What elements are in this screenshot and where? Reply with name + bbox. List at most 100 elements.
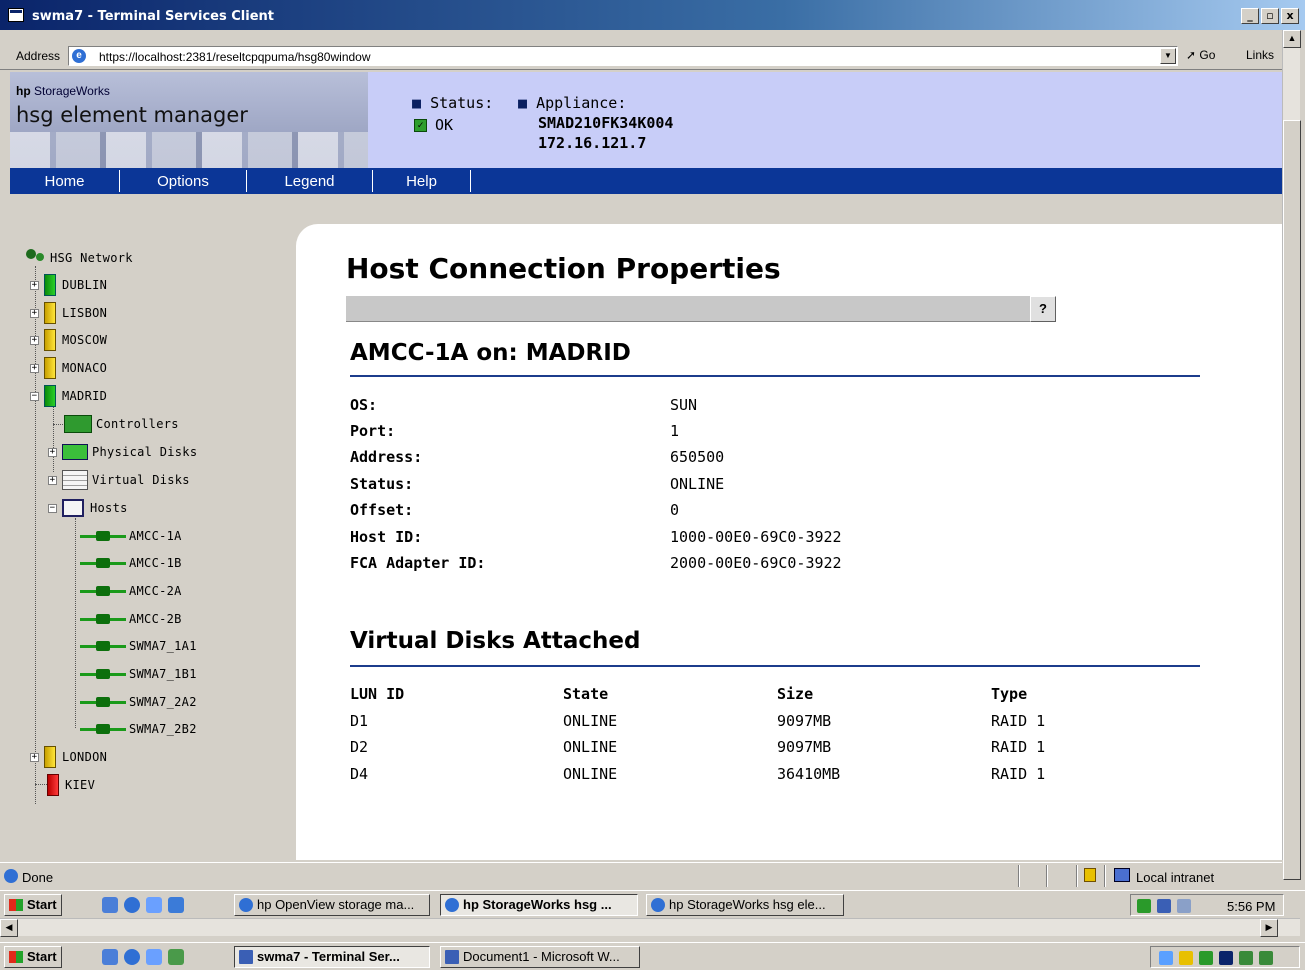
remote-start-button[interactable]: Start <box>4 894 62 916</box>
tree-node-madrid[interactable]: − MADRID <box>30 385 107 407</box>
network-tray-icon[interactable] <box>1159 951 1173 965</box>
tree-node-lisbon[interactable]: + LISBON <box>30 302 107 324</box>
tree-node-dublin[interactable]: + DUBLIN <box>30 274 107 296</box>
expand-icon[interactable]: + <box>30 335 39 345</box>
tree-root[interactable]: HSG Network <box>24 248 133 268</box>
expand-icon[interactable]: + <box>48 447 57 457</box>
table-cell: 9097MB <box>777 738 832 756</box>
tree-node-moscow[interactable]: + MOSCOW <box>30 329 107 351</box>
host-connection-icon <box>80 586 126 596</box>
tree-node-label: Virtual Disks <box>92 473 190 487</box>
network-quicklaunch-icon[interactable] <box>146 897 162 913</box>
taskbar-button-active[interactable]: swma7 - Terminal Ser... <box>234 946 430 968</box>
address-label: Address <box>16 49 61 63</box>
connection-tray-icon[interactable] <box>1157 899 1171 913</box>
main-nav: Home Options Legend Help <box>10 168 1282 194</box>
nav-home[interactable]: Home <box>10 170 120 192</box>
network-icon <box>24 247 48 269</box>
go-button[interactable]: ➚ Go <box>1186 48 1215 62</box>
array-ok-icon <box>44 274 56 296</box>
table-cell: ONLINE <box>563 712 618 730</box>
header-graphic <box>10 132 368 168</box>
scroll-left-arrow-icon[interactable]: ◀ <box>0 919 18 937</box>
local-start-button[interactable]: Start <box>4 946 62 968</box>
connection-tray-icon[interactable] <box>1259 951 1273 965</box>
array-warning-icon <box>44 746 56 768</box>
tree-node-london[interactable]: + LONDON <box>30 746 107 768</box>
show-desktop-icon[interactable] <box>102 949 118 965</box>
table-cell[interactable]: D2 <box>350 738 368 756</box>
network-quicklaunch-icon[interactable] <box>146 949 162 965</box>
scroll-right-arrow-icon[interactable]: ▶ <box>1260 919 1278 937</box>
minimize-button[interactable]: _ <box>1241 8 1259 24</box>
ie-page-icon: e <box>72 49 86 63</box>
volume-tray-icon[interactable] <box>1177 899 1191 913</box>
vertical-scrollbar[interactable]: ▲ <box>1282 30 1301 880</box>
table-cell[interactable]: D1 <box>350 712 368 730</box>
maximize-button[interactable]: ▫ <box>1261 8 1279 24</box>
ie-icon[interactable] <box>124 897 140 913</box>
tree-host-item[interactable]: SWMA7_1A1 <box>80 636 197 656</box>
taskbar-button[interactable]: hp StorageWorks hsg ele... <box>646 894 844 916</box>
array-warning-icon <box>44 329 56 351</box>
taskbar-button[interactable]: Document1 - Microsoft W... <box>440 946 640 968</box>
tree-host-item[interactable]: AMCC-1B <box>80 553 182 573</box>
browser-status-bar: Done Local intranet <box>0 862 1282 888</box>
warning-tray-icon[interactable] <box>1179 951 1193 965</box>
scroll-thumb[interactable] <box>1283 120 1301 880</box>
tree-node-physical-disks[interactable]: + Physical Disks <box>48 442 197 462</box>
show-desktop-icon[interactable] <box>102 897 118 913</box>
horizontal-scrollbar[interactable]: ◀ ▶ <box>0 918 1300 937</box>
host-connection-icon <box>80 614 126 624</box>
app-tray-icon[interactable] <box>1199 951 1213 965</box>
expand-icon[interactable]: + <box>30 363 39 373</box>
tree-host-item[interactable]: SWMA7_1B1 <box>80 664 197 684</box>
virtual-disk-icon <box>62 470 88 490</box>
tree-node-kiev[interactable]: KIEV <box>47 774 95 796</box>
brand: hp StorageWorks <box>16 84 110 98</box>
language-tray-icon[interactable] <box>1219 951 1233 965</box>
app-quicklaunch-icon[interactable] <box>168 949 184 965</box>
expand-icon[interactable]: + <box>30 752 39 762</box>
tree-node-hosts[interactable]: − Hosts <box>48 498 128 518</box>
taskbar-button[interactable]: hp OpenView storage ma... <box>234 894 430 916</box>
ie-icon[interactable] <box>124 949 140 965</box>
table-cell: 9097MB <box>777 712 832 730</box>
network-tray-icon[interactable] <box>1137 899 1151 913</box>
window-titlebar[interactable]: swma7 - Terminal Services Client _ ▫ x <box>0 0 1305 30</box>
app-quicklaunch-icon[interactable] <box>168 897 184 913</box>
expand-icon[interactable]: + <box>30 280 39 290</box>
links-button[interactable]: Links <box>1246 48 1274 62</box>
collapse-icon[interactable]: − <box>30 391 39 401</box>
tree-host-item[interactable]: SWMA7_2A2 <box>80 692 197 712</box>
connection-tray-icon[interactable] <box>1239 951 1253 965</box>
address-input[interactable]: e https://localhost:2381/reseltcpqpuma/h… <box>68 46 1178 66</box>
taskbar-button-active[interactable]: hp StorageWorks hsg ... <box>440 894 638 916</box>
nav-options[interactable]: Options <box>120 170 247 192</box>
nav-help[interactable]: Help <box>373 170 471 192</box>
tree-node-controllers[interactable]: Controllers <box>64 414 179 434</box>
collapse-icon[interactable]: − <box>48 503 57 513</box>
close-button[interactable]: x <box>1281 8 1299 24</box>
system-tray <box>1150 946 1300 968</box>
terminal-icon <box>239 950 253 964</box>
zone-label: Local intranet <box>1136 870 1215 885</box>
tree-node-monaco[interactable]: + MONACO <box>30 357 107 379</box>
tree-host-label: AMCC-2B <box>129 612 182 626</box>
tree-node-virtual-disks[interactable]: + Virtual Disks <box>48 470 190 490</box>
scroll-up-arrow-icon[interactable]: ▲ <box>1283 30 1301 48</box>
expand-icon[interactable]: + <box>48 475 57 485</box>
tree-node-label: Controllers <box>96 417 179 431</box>
expand-icon[interactable]: + <box>30 308 39 318</box>
chevron-down-icon[interactable]: ▼ <box>1160 48 1176 64</box>
help-button[interactable]: ? <box>1030 296 1056 322</box>
tree-host-item[interactable]: AMCC-1A <box>80 526 182 546</box>
page-title-bar <box>346 296 1056 322</box>
table-cell[interactable]: D4 <box>350 765 368 783</box>
tree-host-item[interactable]: AMCC-2A <box>80 581 182 601</box>
tree-root-label: HSG Network <box>50 251 133 265</box>
address-url[interactable]: https://localhost:2381/reseltcpqpuma/hsg… <box>99 50 371 64</box>
tree-host-item[interactable]: AMCC-2B <box>80 609 182 629</box>
nav-legend[interactable]: Legend <box>247 170 373 192</box>
tree-host-item[interactable]: SWMA7_2B2 <box>80 719 197 739</box>
